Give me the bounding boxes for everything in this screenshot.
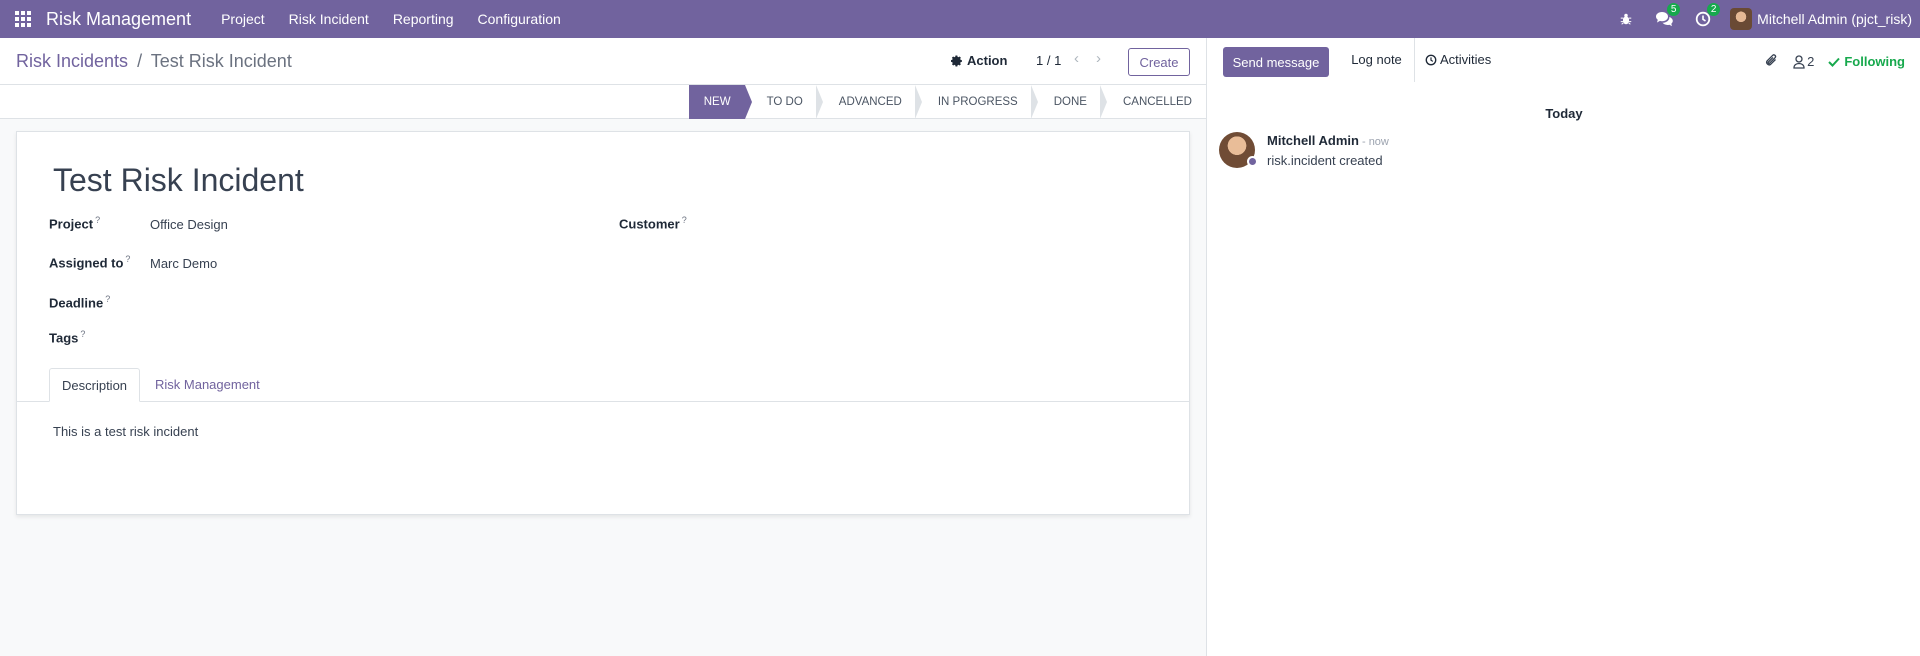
- clock-icon: [1425, 54, 1437, 66]
- message-date: - now: [1361, 136, 1389, 148]
- help-icon[interactable]: ?: [80, 329, 85, 339]
- assigned-to-label: Assigned to?: [49, 254, 131, 271]
- pager-previous-icon[interactable]: ‹: [1074, 50, 1079, 67]
- help-icon[interactable]: ?: [682, 215, 687, 225]
- form-sheet: Test Risk Incident Project? Office Desig…: [16, 131, 1190, 515]
- chatter-topbar: Send message Log note Activities 2 Follo…: [1207, 38, 1920, 84]
- app-name[interactable]: Risk Management: [46, 9, 191, 30]
- breadcrumb: Risk Incidents / Test Risk Incident: [16, 51, 292, 72]
- project-field[interactable]: Office Design: [150, 217, 228, 232]
- debug-bug-icon[interactable]: [1619, 12, 1633, 26]
- stage-pipeline: NEW TO DO ADVANCED IN PROGRESS DONE CANC…: [688, 85, 1192, 119]
- user-avatar: [1730, 8, 1753, 30]
- following-label: Following: [1844, 54, 1905, 69]
- tags-field[interactable]: [150, 327, 570, 347]
- user-icon: [1793, 54, 1805, 69]
- stage-in-progress[interactable]: IN PROGRESS: [916, 85, 1038, 119]
- stage-to-do[interactable]: TO DO: [745, 85, 824, 119]
- messages-icon[interactable]: 5: [1655, 3, 1681, 27]
- following-button[interactable]: Following: [1828, 54, 1905, 69]
- menu-risk-incident[interactable]: Risk Incident: [277, 0, 381, 38]
- user-menu[interactable]: Mitchell Admin (pjct_risk): [1730, 8, 1912, 30]
- action-menu-button[interactable]: Action: [951, 53, 1007, 68]
- breadcrumb-separator: /: [137, 51, 143, 71]
- customer-field[interactable]: [717, 213, 1137, 233]
- message-body: risk.incident created: [1267, 153, 1383, 168]
- help-icon[interactable]: ?: [105, 294, 110, 304]
- notebook-tabs: Description Risk Management: [17, 368, 1189, 402]
- stage-done[interactable]: DONE: [1032, 85, 1108, 119]
- tags-label: Tags?: [49, 329, 86, 346]
- stage-cancelled[interactable]: CANCELLED: [1101, 85, 1192, 119]
- message-author-name[interactable]: Mitchell Admin: [1267, 133, 1359, 148]
- check-icon: [1828, 57, 1841, 67]
- customer-label: Customer?: [619, 215, 687, 232]
- breadcrumb-current: Test Risk Incident: [150, 51, 292, 71]
- help-icon[interactable]: ?: [125, 254, 130, 264]
- online-status-icon: [1247, 156, 1258, 167]
- stage-new[interactable]: NEW: [688, 85, 752, 119]
- chatter-panel: Send message Log note Activities 2 Follo…: [1206, 38, 1920, 656]
- send-message-button[interactable]: Send message: [1223, 47, 1329, 77]
- gear-icon: [951, 55, 962, 66]
- menu-project[interactable]: Project: [209, 0, 277, 38]
- activities-clock-icon[interactable]: 2: [1695, 3, 1721, 27]
- activities-count-badge: 2: [1707, 3, 1721, 16]
- menu-reporting[interactable]: Reporting: [381, 0, 466, 38]
- action-label: Action: [967, 53, 1008, 68]
- tab-risk-management[interactable]: Risk Management: [143, 368, 272, 402]
- followers-button[interactable]: 2: [1793, 54, 1814, 69]
- menu-configuration[interactable]: Configuration: [466, 0, 573, 38]
- pager-value[interactable]: 1 / 1: [1036, 53, 1061, 68]
- assigned-to-field[interactable]: Marc Demo: [150, 256, 217, 271]
- pager-next-icon[interactable]: ›: [1096, 50, 1101, 67]
- top-navbar: Risk Management Project Risk Incident Re…: [0, 0, 1920, 38]
- control-panel: Risk Incidents / Test Risk Incident Acti…: [0, 38, 1206, 85]
- user-name: Mitchell Admin (pjct_risk): [1757, 11, 1912, 27]
- stage-advanced[interactable]: ADVANCED: [817, 85, 922, 119]
- activities-button[interactable]: Activities: [1425, 38, 1491, 82]
- create-button[interactable]: Create: [1128, 48, 1190, 76]
- deadline-label: Deadline?: [49, 294, 111, 311]
- message-author: Mitchell Admin - now: [1267, 133, 1389, 148]
- messages-count-badge: 5: [1667, 3, 1681, 16]
- followers-count: 2: [1807, 54, 1815, 69]
- tab-description[interactable]: Description: [49, 368, 141, 402]
- help-icon[interactable]: ?: [95, 215, 100, 225]
- statusbar: NEW TO DO ADVANCED IN PROGRESS DONE CANC…: [0, 85, 1206, 119]
- apps-menu-icon[interactable]: [0, 0, 46, 38]
- breadcrumb-parent-link[interactable]: Risk Incidents: [16, 51, 128, 71]
- record-title[interactable]: Test Risk Incident: [53, 162, 304, 199]
- description-text[interactable]: This is a test risk incident: [53, 424, 198, 439]
- date-separator: Today: [1545, 106, 1583, 121]
- paperclip-icon[interactable]: [1765, 52, 1779, 71]
- activities-label: Activities: [1440, 52, 1492, 67]
- deadline-field[interactable]: [150, 292, 570, 312]
- log-note-button[interactable]: Log note: [1339, 38, 1415, 82]
- project-label: Project?: [49, 215, 101, 232]
- chatter-actions: 2 Following: [1765, 52, 1905, 71]
